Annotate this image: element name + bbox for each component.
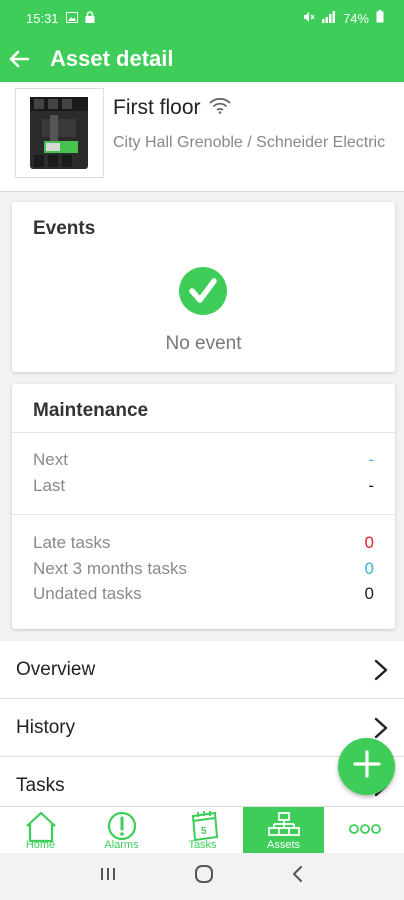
late-tasks-value: 0 — [364, 533, 374, 552]
late-tasks-label: Late tasks — [33, 533, 111, 552]
home-circle-icon[interactable] — [194, 864, 214, 889]
more-icon — [348, 823, 382, 835]
last-value: - — [368, 476, 374, 495]
menu-item-label: Tasks — [16, 774, 65, 796]
back-nav-icon[interactable] — [291, 865, 305, 888]
svg-text:5: 5 — [201, 826, 207, 837]
mute-icon — [303, 11, 315, 26]
arrow-left-icon[interactable] — [8, 48, 30, 70]
next-label: Next — [33, 450, 68, 469]
late-tasks-row: Late tasks 0 — [33, 533, 374, 553]
signal-icon — [321, 10, 336, 26]
undated-tasks-label: Undated tasks — [33, 584, 142, 603]
system-nav-bar — [0, 853, 404, 900]
tab-assets[interactable]: Assets — [243, 807, 324, 853]
undated-tasks-row: Undated tasks 0 — [33, 584, 374, 604]
next-3-months-label: Next 3 months tasks — [33, 559, 188, 578]
plus-icon — [352, 750, 381, 783]
undated-tasks-value: 0 — [364, 584, 374, 603]
battery-icon — [376, 10, 384, 26]
tab-home[interactable]: Home — [0, 807, 81, 853]
maintenance-next-row: Next - — [33, 450, 374, 470]
image-icon — [65, 11, 78, 26]
next-3-months-value: 0 — [364, 559, 374, 578]
tab-label: Home — [25, 839, 56, 851]
tab-label: Alarms — [104, 839, 139, 851]
status-time: 15:31 — [26, 10, 59, 26]
tab-tasks[interactable]: 5 Tasks — [162, 807, 243, 853]
recent-apps-icon[interactable] — [99, 866, 117, 887]
menu-item-label: Overview — [16, 658, 96, 680]
next-value: - — [368, 450, 374, 469]
app-bar: Asset detail — [0, 36, 404, 82]
chevron-right-icon — [374, 659, 388, 681]
maintenance-last-row: Last - — [33, 476, 374, 496]
asset-name: First floor — [113, 96, 201, 119]
wifi-icon — [208, 97, 231, 119]
divider — [12, 514, 395, 515]
tab-alarms[interactable]: Alarms — [81, 807, 162, 853]
add-button[interactable] — [338, 738, 395, 795]
menu-item-overview[interactable]: Overview — [0, 641, 404, 699]
maintenance-card: Maintenance Next - Last - Late tasks 0 N… — [12, 384, 395, 629]
page-title: Asset detail — [50, 46, 174, 71]
last-label: Last — [33, 476, 66, 495]
bottom-tab-bar: Home Alarms 5 Tasks Assets — [0, 806, 404, 853]
next-3-months-row: Next 3 months tasks 0 — [33, 559, 374, 579]
lock-icon — [85, 10, 95, 26]
events-card: Events No event — [12, 202, 395, 372]
menu-item-label: History — [16, 716, 76, 738]
check-circle-icon — [179, 267, 227, 315]
battery-level: 74% — [342, 10, 369, 26]
events-title: Events — [33, 218, 96, 239]
tab-label: Assets — [266, 839, 300, 851]
maintenance-title: Maintenance — [33, 400, 149, 421]
asset-header: First floor City Hall Grenoble / Schneid… — [0, 82, 404, 192]
divider — [12, 432, 395, 433]
events-status: No event — [165, 333, 242, 354]
tab-label: Tasks — [188, 839, 217, 851]
status-bar: 15:31 74% — [0, 0, 404, 36]
asset-image — [15, 88, 104, 178]
tab-more[interactable] — [324, 807, 404, 853]
asset-location: City Hall Grenoble / Schneider Electric — [113, 134, 386, 151]
chevron-right-icon — [374, 717, 388, 739]
